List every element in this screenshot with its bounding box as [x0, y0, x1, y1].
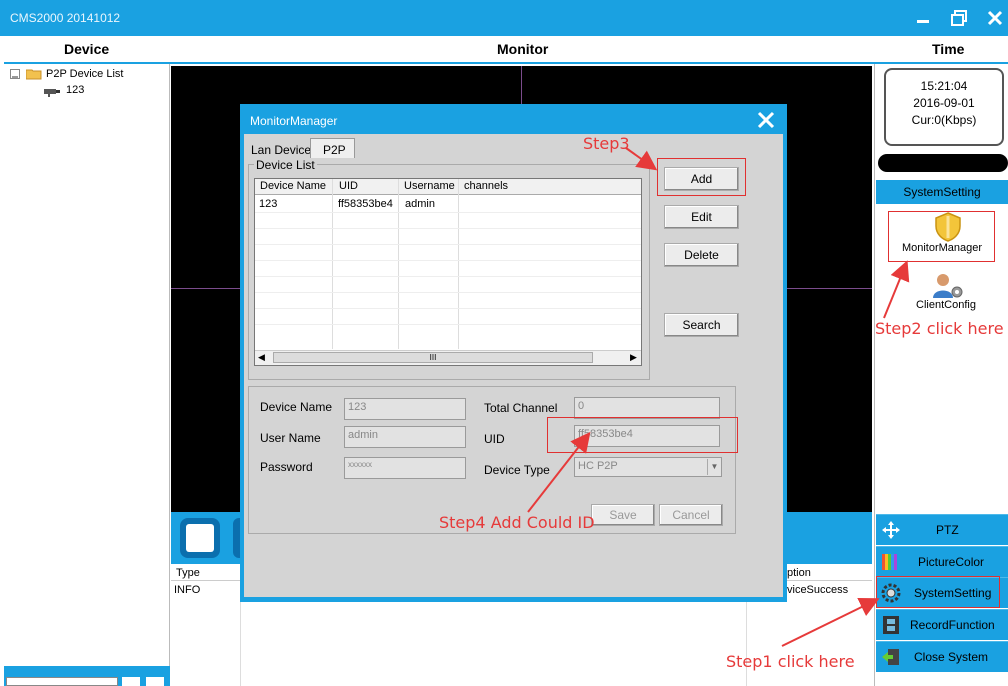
annotation-arrows [527, 147, 910, 647]
step2-arrow [883, 260, 910, 319]
step1-arrow [781, 598, 880, 647]
step3-arrow [625, 147, 658, 171]
step4-arrow [527, 431, 591, 513]
